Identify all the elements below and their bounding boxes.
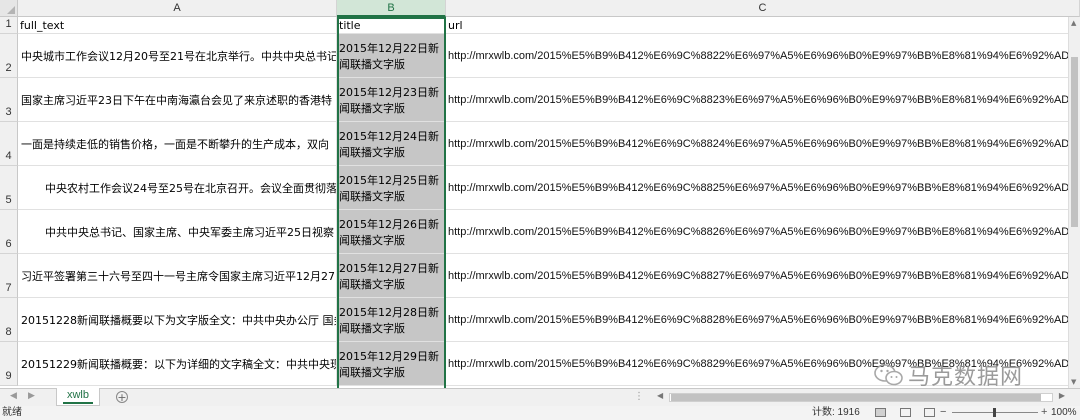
- scroll-left-icon[interactable]: ◀: [657, 391, 663, 400]
- vertical-scroll-thumb[interactable]: [1071, 57, 1078, 227]
- cell-full-text[interactable]: 中央农村工作会议24号至25号在北京召开。会议全面贯彻落: [18, 166, 337, 210]
- row-header-1[interactable]: 1: [0, 17, 18, 34]
- cell-title[interactable]: 2015年12月28日新闻联播文字版: [337, 298, 446, 342]
- scroll-up-icon[interactable]: ▲: [1071, 19, 1076, 27]
- status-ready: 就绪: [2, 407, 22, 418]
- status-bar: 就绪 计数: 1916 − + 100%: [0, 406, 1080, 420]
- zoom-in-icon[interactable]: +: [1041, 406, 1047, 419]
- vertical-scrollbar[interactable]: ▲ ▼: [1068, 17, 1080, 388]
- row-header-3[interactable]: 3: [0, 78, 18, 122]
- cell-b1[interactable]: title: [337, 17, 446, 34]
- cell-url[interactable]: http://mrxwlb.com/2015%E5%B9%B412%E6%9C%…: [446, 78, 1080, 122]
- select-all-corner[interactable]: [0, 0, 18, 17]
- cell-url[interactable]: http://mrxwlb.com/2015%E5%B9%B412%E6%9C%…: [446, 122, 1080, 166]
- horizontal-scroll-thumb[interactable]: [671, 394, 1041, 401]
- row-number: 5: [5, 194, 12, 206]
- cell-full-text[interactable]: 习近平签署第三十六号至四十一号主席令国家主席习近平12月27: [18, 254, 337, 298]
- plus-circle-icon[interactable]: +: [116, 391, 128, 403]
- cell-title[interactable]: 2015年12月25日新闻联播文字版: [337, 166, 446, 210]
- cell-url[interactable]: http://mrxwlb.com/2015%E5%B9%B412%E6%9C%…: [446, 210, 1080, 254]
- sheet-tab-bar: ◀ ▶ xwlb + ⋮ ◀ ▶: [0, 388, 1080, 406]
- cell-title[interactable]: 2015年12月23日新闻联播文字版: [337, 78, 446, 122]
- zoom-slider-thumb[interactable]: [993, 408, 996, 417]
- cell-url[interactable]: http://mrxwlb.com/2015%E5%B9%B412%E6%9C%…: [446, 342, 1080, 386]
- row-number: 3: [5, 106, 12, 118]
- row-number: 8: [5, 326, 12, 338]
- row-number: 6: [5, 238, 12, 250]
- column-header-a[interactable]: A: [18, 0, 337, 17]
- cell-full-text[interactable]: 一面是持续走低的销售价格，一面是不断攀升的生产成本，双向: [18, 122, 337, 166]
- row-number: 4: [5, 150, 12, 162]
- tab-prev-icon[interactable]: ◀: [10, 391, 17, 401]
- horizontal-scrollbar[interactable]: ◀ ▶: [655, 391, 1067, 404]
- column-header-b[interactable]: B: [337, 0, 446, 17]
- row-number: 2: [5, 62, 12, 74]
- status-count: 计数: 1916: [812, 407, 860, 418]
- cell-full-text[interactable]: 中央城市工作会议12月20号至21号在北京举行。中共中央总书记: [18, 34, 337, 78]
- column-header-c[interactable]: C: [446, 0, 1080, 17]
- cell-a1[interactable]: full_text: [18, 17, 337, 34]
- row-number: 7: [5, 282, 12, 294]
- zoom-out-icon[interactable]: −: [940, 406, 946, 419]
- cell-title[interactable]: 2015年12月22日新闻联播文字版: [337, 34, 446, 78]
- cell-url[interactable]: http://mrxwlb.com/2015%E5%B9%B412%E6%9C%…: [446, 254, 1080, 298]
- tab-split-handle-icon[interactable]: ⋮: [634, 391, 644, 402]
- cell-full-text[interactable]: 中共中央总书记、国家主席、中央军委主席习近平25日视察: [18, 210, 337, 254]
- cell-c1[interactable]: url: [446, 17, 1080, 34]
- tab-next-icon[interactable]: ▶: [28, 391, 35, 401]
- cell-title[interactable]: 2015年12月24日新闻联播文字版: [337, 122, 446, 166]
- page-break-icon[interactable]: [924, 408, 935, 417]
- row-header-6[interactable]: 6: [0, 210, 18, 254]
- scroll-down-icon[interactable]: ▼: [1071, 378, 1076, 386]
- cell-url[interactable]: http://mrxwlb.com/2015%E5%B9%B412%E6%9C%…: [446, 298, 1080, 342]
- cell-title[interactable]: 2015年12月26日新闻联播文字版: [337, 210, 446, 254]
- normal-view-icon[interactable]: [875, 408, 886, 417]
- row-header-5[interactable]: 5: [0, 166, 18, 210]
- cell-full-text[interactable]: 20151229新闻联播概要：以下为详细的文字稿全文：中共中央现: [18, 342, 337, 386]
- cell-url[interactable]: http://mrxwlb.com/2015%E5%B9%B412%E6%9C%…: [446, 166, 1080, 210]
- row-header-9[interactable]: 9: [0, 342, 18, 386]
- row-number: 9: [5, 370, 12, 382]
- row-header-8[interactable]: 8: [0, 298, 18, 342]
- cell-title[interactable]: 2015年12月29日新闻联播文字版: [337, 342, 446, 386]
- zoom-level[interactable]: 100%: [1051, 406, 1077, 420]
- scroll-right-icon[interactable]: ▶: [1059, 391, 1065, 400]
- spreadsheet-grid[interactable]: A B C 1 full_text title url 2 中央城市工作会议12月…: [0, 0, 1080, 388]
- cell-url[interactable]: http://mrxwlb.com/2015%E5%B9%B412%E6%9C%…: [446, 34, 1080, 78]
- row-header-4[interactable]: 4: [0, 122, 18, 166]
- row-header-2[interactable]: 2: [0, 34, 18, 78]
- row-header-7[interactable]: 7: [0, 254, 18, 298]
- page-layout-icon[interactable]: [900, 408, 911, 417]
- cell-title[interactable]: 2015年12月27日新闻联播文字版: [337, 254, 446, 298]
- sheet-tab-xwlb[interactable]: xwlb: [56, 388, 100, 406]
- cell-full-text[interactable]: 国家主席习近平23日下午在中南海瀛台会见了来京述职的香港特: [18, 78, 337, 122]
- cell-full-text[interactable]: 20151228新闻联播概要以下为文字版全文：中共中央办公厅 国务: [18, 298, 337, 342]
